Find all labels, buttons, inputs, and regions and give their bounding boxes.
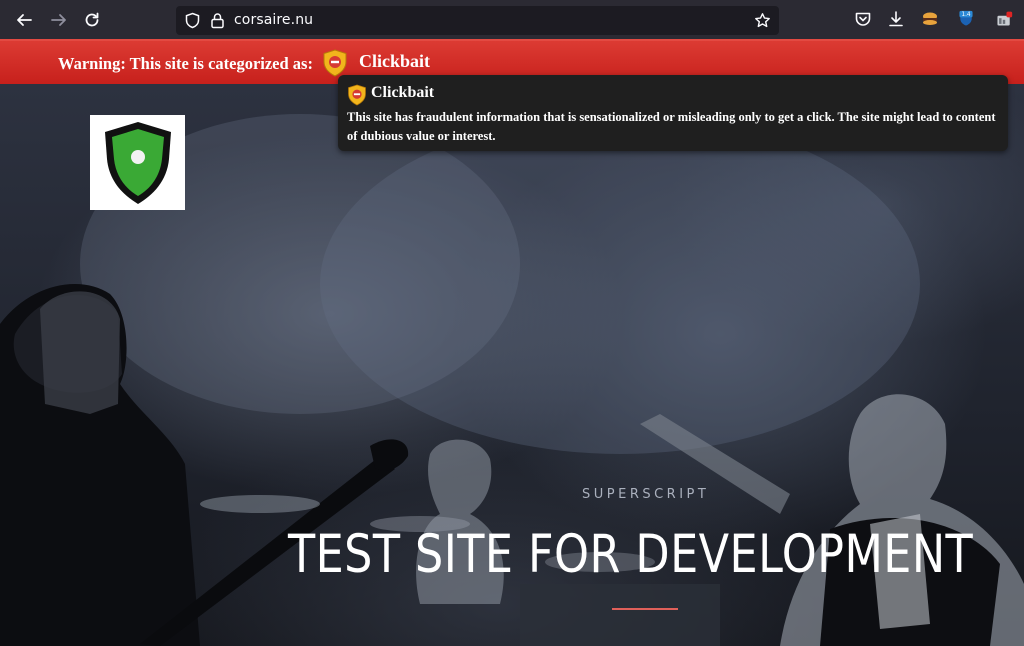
forward-arrow-icon[interactable] xyxy=(42,3,76,37)
shield-icon[interactable] xyxy=(184,12,201,29)
tooltip-description: This site has fraudulent information tha… xyxy=(347,110,996,143)
tooltip-shield-icon xyxy=(348,84,366,106)
site-logo[interactable] xyxy=(90,115,185,210)
url-text[interactable]: corsaire.nu xyxy=(234,12,313,28)
warning-shield-icon[interactable] xyxy=(322,49,348,77)
download-icon[interactable] xyxy=(885,8,907,30)
green-shield-logo-icon xyxy=(104,121,171,204)
extension-red-icon[interactable] xyxy=(993,8,1015,30)
warning-category[interactable]: Clickbait xyxy=(359,51,430,72)
tooltip-title: Clickbait xyxy=(371,84,435,101)
back-arrow-icon[interactable] xyxy=(7,3,41,37)
hero-title: TEST SITE FOR DEVELOPMENT xyxy=(288,524,974,585)
pocket-icon[interactable] xyxy=(852,8,874,30)
extension-badge-icon[interactable]: 1.4 xyxy=(955,8,977,30)
hero-section: SUPERSCRIPT TEST SITE FOR DEVELOPMENT xyxy=(0,84,1024,646)
bookmark-star-icon[interactable] xyxy=(754,12,771,29)
browser-toolbar: corsaire.nu 1.4 xyxy=(0,0,1024,39)
extension-badge-text: 1.4 xyxy=(961,12,970,18)
accent-divider xyxy=(612,608,678,610)
lock-icon[interactable] xyxy=(209,12,226,29)
url-bar[interactable]: corsaire.nu xyxy=(176,6,779,35)
reload-icon[interactable] xyxy=(75,3,109,37)
extension-burger-icon[interactable] xyxy=(919,8,941,30)
hero-superscript: SUPERSCRIPT xyxy=(582,487,710,502)
category-tooltip: Clickbait This site has fraudulent infor… xyxy=(338,75,1008,151)
warning-prefix: Warning: This site is categorized as: xyxy=(58,54,313,73)
